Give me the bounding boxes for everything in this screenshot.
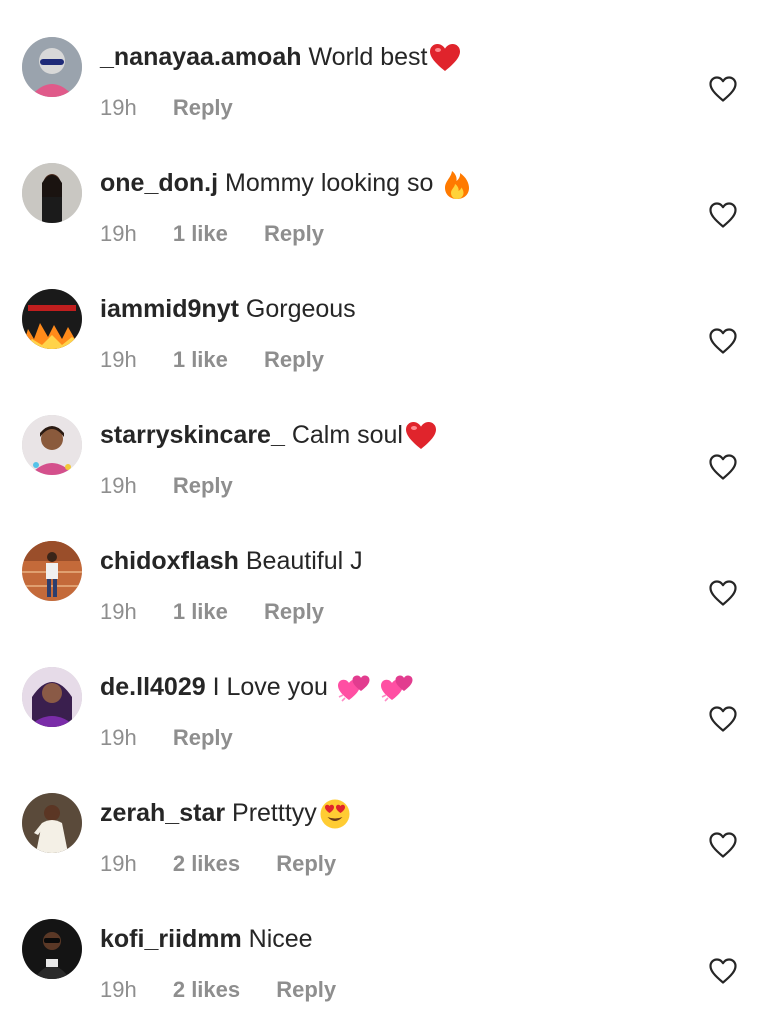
like-count[interactable]: 2 likes bbox=[173, 977, 240, 1003]
two-hearts-emoji-icon bbox=[337, 673, 371, 703]
comment-item: zerah_star Pretttyy 19h 2 likes Reply bbox=[0, 783, 776, 909]
like-count[interactable]: 2 likes bbox=[173, 851, 240, 877]
comment-meta: 19h 2 likes Reply bbox=[100, 977, 366, 1003]
comment-text-line: iammid9nyt Gorgeous bbox=[100, 293, 356, 325]
avatar[interactable] bbox=[22, 541, 82, 601]
comment-text-line: one_don.j Mommy looking so bbox=[100, 167, 472, 200]
comment-body: I Love you bbox=[212, 673, 328, 701]
comment-meta: 19h 2 likes Reply bbox=[100, 851, 366, 877]
comment-item: de.ll4029 I Love you 19h Reply bbox=[0, 657, 776, 783]
comment-text-line: starryskincare_ Calm soul bbox=[100, 419, 437, 451]
comment-text-line: chidoxflash Beautiful J bbox=[100, 545, 363, 577]
timestamp: 19h bbox=[100, 221, 137, 246]
like-heart-icon[interactable] bbox=[708, 957, 738, 985]
username-link[interactable]: chidoxflash bbox=[100, 547, 239, 575]
comment-body: Calm soul bbox=[291, 421, 403, 449]
like-heart-icon[interactable] bbox=[708, 327, 738, 355]
avatar[interactable] bbox=[22, 163, 82, 223]
comment-meta: 19h 1 like Reply bbox=[100, 221, 354, 247]
avatar[interactable] bbox=[22, 37, 82, 97]
like-heart-icon[interactable] bbox=[708, 705, 738, 733]
avatar[interactable] bbox=[22, 919, 82, 979]
comment-item: kofi_riidmm Nicee 19h 2 likes Reply bbox=[0, 909, 776, 1035]
comment-meta: 19h 1 like Reply bbox=[100, 347, 354, 373]
comment-body: Nicee bbox=[248, 925, 313, 953]
comment-body: Mommy looking so bbox=[225, 169, 434, 197]
comment-item: _nanayaa.amoah World best 19h Reply bbox=[0, 27, 776, 153]
username-link[interactable]: one_don.j bbox=[100, 169, 218, 197]
reply-button[interactable]: Reply bbox=[264, 347, 324, 373]
comment-text-line: _nanayaa.amoah World best bbox=[100, 41, 461, 73]
two-hearts-emoji-icon bbox=[380, 673, 414, 703]
comment-list: _nanayaa.amoah World best 19h Reply one_… bbox=[0, 0, 776, 1024]
comment-item: starryskincare_ Calm soul 19h Reply bbox=[0, 405, 776, 531]
heart-eyes-emoji-icon bbox=[319, 798, 351, 830]
comment-meta: 19h Reply bbox=[100, 473, 263, 499]
comment-body: Beautiful J bbox=[245, 547, 363, 575]
like-count[interactable]: 1 like bbox=[173, 221, 228, 247]
comment-meta: 19h Reply bbox=[100, 95, 263, 121]
avatar[interactable] bbox=[22, 289, 82, 349]
timestamp: 19h bbox=[100, 851, 137, 876]
username-link[interactable]: iammid9nyt bbox=[100, 295, 239, 323]
like-heart-icon[interactable] bbox=[708, 201, 738, 229]
comment-meta: 19h 1 like Reply bbox=[100, 599, 354, 625]
like-count[interactable]: 1 like bbox=[173, 347, 228, 373]
comment-item: iammid9nyt Gorgeous 19h 1 like Reply bbox=[0, 279, 776, 405]
comment-body: World best bbox=[308, 43, 428, 71]
reply-button[interactable]: Reply bbox=[173, 473, 233, 499]
like-heart-icon[interactable] bbox=[708, 75, 738, 103]
username-link[interactable]: zerah_star bbox=[100, 799, 225, 827]
like-count[interactable]: 1 like bbox=[173, 599, 228, 625]
avatar[interactable] bbox=[22, 415, 82, 475]
username-link[interactable]: _nanayaa.amoah bbox=[100, 43, 302, 71]
username-link[interactable]: starryskincare_ bbox=[100, 421, 285, 449]
reply-button[interactable]: Reply bbox=[173, 725, 233, 751]
comment-body: Gorgeous bbox=[245, 295, 356, 323]
timestamp: 19h bbox=[100, 977, 137, 1002]
timestamp: 19h bbox=[100, 95, 137, 120]
reply-button[interactable]: Reply bbox=[276, 977, 336, 1003]
red-heart-emoji-icon bbox=[429, 43, 461, 73]
avatar[interactable] bbox=[22, 667, 82, 727]
comment-text-line: zerah_star Pretttyy bbox=[100, 797, 351, 830]
comment-body: Pretttyy bbox=[232, 799, 317, 827]
timestamp: 19h bbox=[100, 599, 137, 624]
comment-meta: 19h Reply bbox=[100, 725, 263, 751]
avatar[interactable] bbox=[22, 793, 82, 853]
reply-button[interactable]: Reply bbox=[276, 851, 336, 877]
timestamp: 19h bbox=[100, 473, 137, 498]
comment-item: chidoxflash Beautiful J 19h 1 like Reply bbox=[0, 531, 776, 657]
username-link[interactable]: kofi_riidmm bbox=[100, 925, 242, 953]
like-heart-icon[interactable] bbox=[708, 831, 738, 859]
reply-button[interactable]: Reply bbox=[264, 599, 324, 625]
comment-text-line: kofi_riidmm Nicee bbox=[100, 923, 313, 955]
like-heart-icon[interactable] bbox=[708, 579, 738, 607]
comment-text-line: de.ll4029 I Love you bbox=[100, 671, 414, 703]
reply-button[interactable]: Reply bbox=[264, 221, 324, 247]
red-heart-emoji-icon bbox=[405, 421, 437, 451]
comment-item: one_don.j Mommy looking so 19h 1 like Re… bbox=[0, 153, 776, 279]
timestamp: 19h bbox=[100, 347, 137, 372]
like-heart-icon[interactable] bbox=[708, 453, 738, 481]
timestamp: 19h bbox=[100, 725, 137, 750]
username-link[interactable]: de.ll4029 bbox=[100, 673, 206, 701]
reply-button[interactable]: Reply bbox=[173, 95, 233, 121]
fire-emoji-icon bbox=[442, 168, 472, 200]
